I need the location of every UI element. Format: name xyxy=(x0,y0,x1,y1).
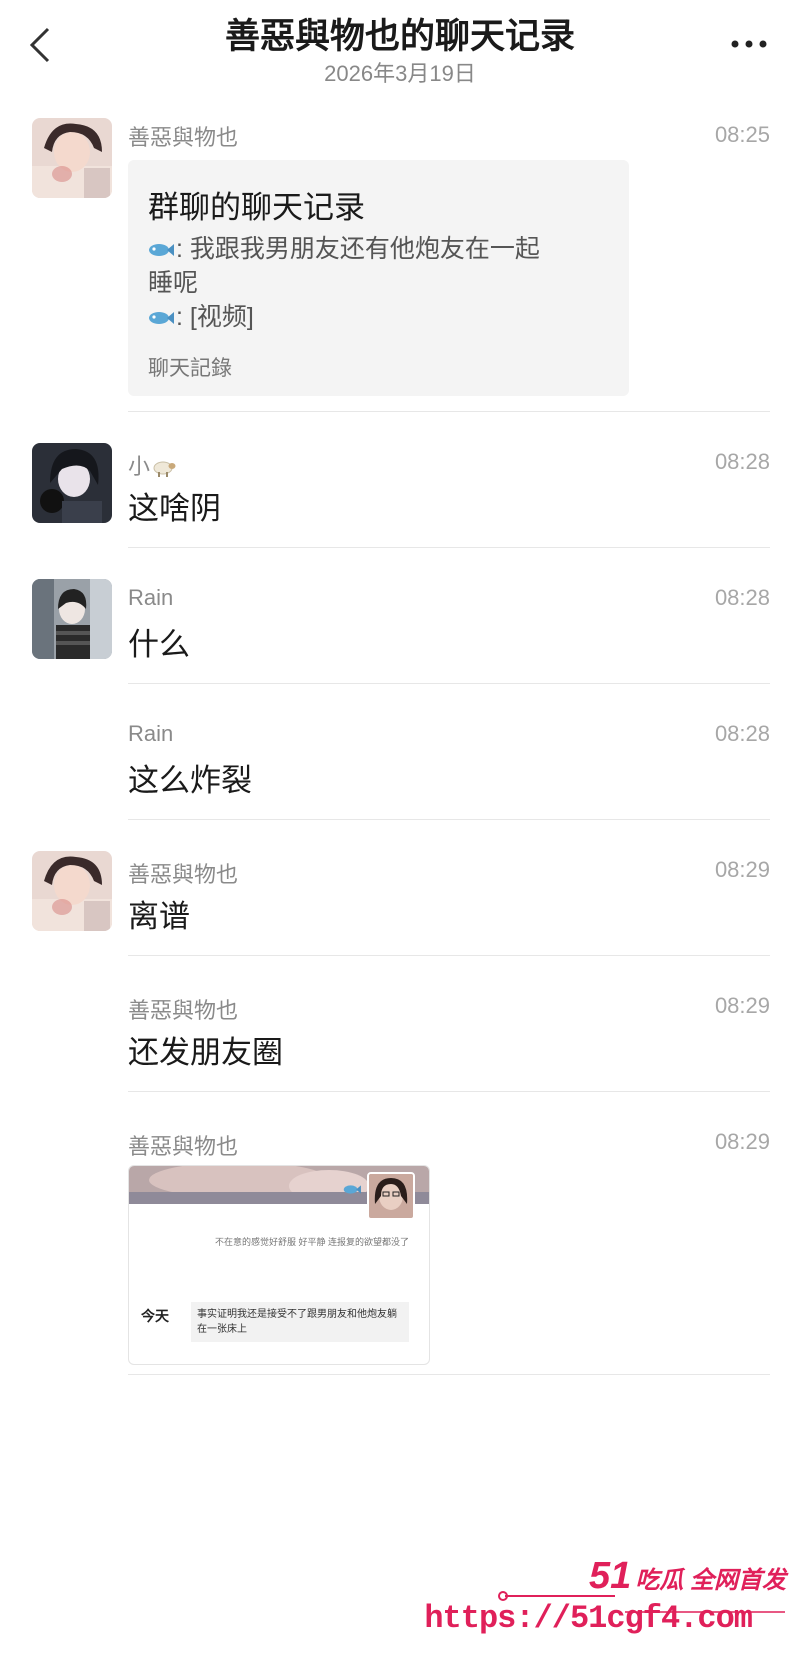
watermark-logo-num: 51 xyxy=(589,1555,632,1597)
list-item: Rain 08:28 什么 xyxy=(0,579,800,684)
divider xyxy=(128,819,770,820)
list-item: 善惡與物也 08:29 还发朋友圈 xyxy=(0,987,800,1092)
card-title: 群聊的聊天记录 xyxy=(148,190,365,225)
sender-name: 善惡與物也 xyxy=(128,998,239,1023)
card-line-2: : [视频] xyxy=(148,300,254,334)
chat-header: 善惡與物也的聊天记录 2026年3月19日 xyxy=(0,0,800,100)
sender-name: 善惡與物也 xyxy=(128,862,239,887)
card-line-1-text: 我跟我男朋友还有他炮友在一起 xyxy=(189,235,540,263)
message-text: 这么炸裂 xyxy=(128,763,252,798)
message-text: 这啥阴 xyxy=(128,491,221,526)
image-message[interactable]: 不在意的感觉好舒服 好平静 连报复的欲望都没了 今天 事实证明我还是接受不了跟男… xyxy=(128,1165,430,1365)
message-time: 08:29 xyxy=(714,993,770,1018)
list-item: 善惡與物也 08:29 离谱 xyxy=(0,851,800,956)
list-item: 小 08:28 这啥阴 xyxy=(0,443,800,548)
divider xyxy=(128,547,770,548)
divider xyxy=(128,1374,770,1375)
page-title: 善惡與物也的聊天记录 xyxy=(224,17,575,56)
avatar-image xyxy=(32,579,112,659)
message-time: 08:28 xyxy=(714,585,770,610)
card-line-1: : 我跟我男朋友还有他炮友在一起 xyxy=(148,232,540,266)
message-text: 离谱 xyxy=(128,899,190,934)
avatar[interactable] xyxy=(32,579,112,659)
message-time: 08:29 xyxy=(714,1129,770,1154)
avatar[interactable] xyxy=(32,851,112,931)
sender-name: Rain xyxy=(128,721,174,746)
divider xyxy=(128,955,770,956)
list-item: 善惡與物也 08:25 群聊的聊天记录 : 我跟我男朋友还有他炮友在一起 睡呢 … xyxy=(0,118,800,413)
message-time: 08:29 xyxy=(714,857,770,882)
moments-post-text: 事实证明我还是接受不了跟男朋友和他炮友躺在一张床上 xyxy=(191,1302,409,1342)
watermark-logo: 51 吃瓜 全网首发 xyxy=(589,1555,786,1598)
sender-name: 善惡與物也 xyxy=(128,1134,239,1159)
divider xyxy=(128,683,770,684)
list-item: 善惡與物也 08:29 不在意的感觉好舒服 好平静 连报复的欲望都没了 今天 事… xyxy=(0,1123,800,1375)
watermark-url: https://51cgf4.com xyxy=(424,1600,753,1637)
sender-name: 善惡與物也 xyxy=(128,125,239,150)
message-time: 08:28 xyxy=(714,721,770,746)
message-time: 08:25 xyxy=(714,122,770,147)
moments-caption: 不在意的感觉好舒服 好平静 连报复的欲望都没了 xyxy=(214,1237,409,1247)
divider xyxy=(128,411,770,412)
chat-date: 2026年3月19日 xyxy=(324,61,476,86)
watermark-logo-text: 吃瓜 全网首发 xyxy=(635,1567,786,1594)
card-footer: 聊天記錄 xyxy=(148,357,232,380)
more-button[interactable] xyxy=(724,24,774,64)
fish-emoji-icon xyxy=(149,244,174,257)
message-time: 08:28 xyxy=(714,449,770,474)
card-line-1-cont: 睡呢 xyxy=(148,269,199,297)
forwarded-chat-card[interactable]: 群聊的聊天记录 : 我跟我男朋友还有他炮友在一起 睡呢 : [视频] 聊天記錄 xyxy=(128,160,629,396)
avatar[interactable] xyxy=(32,443,112,523)
card-line-1-prefix: : xyxy=(176,235,183,263)
fish-emoji-icon xyxy=(343,1185,361,1194)
card-line-2-text: [视频] xyxy=(189,303,254,331)
fish-emoji-icon xyxy=(149,312,174,325)
sender-name: 小 xyxy=(128,449,176,481)
avatar-image xyxy=(32,443,112,523)
list-item: Rain 08:28 这么炸裂 xyxy=(0,715,800,820)
avatar-image xyxy=(32,118,112,198)
card-line-2-prefix: : xyxy=(176,303,183,331)
divider xyxy=(128,1091,770,1092)
avatar[interactable] xyxy=(32,118,112,198)
avatar-image xyxy=(32,851,112,931)
sheep-emoji-icon xyxy=(153,461,176,478)
moments-avatar xyxy=(367,1172,415,1220)
moments-day-label: 今天 xyxy=(141,1308,169,1324)
message-text: 还发朋友圈 xyxy=(128,1035,283,1070)
more-dots-icon xyxy=(731,40,767,48)
sender-name: Rain xyxy=(128,585,174,610)
message-text: 什么 xyxy=(128,627,190,662)
